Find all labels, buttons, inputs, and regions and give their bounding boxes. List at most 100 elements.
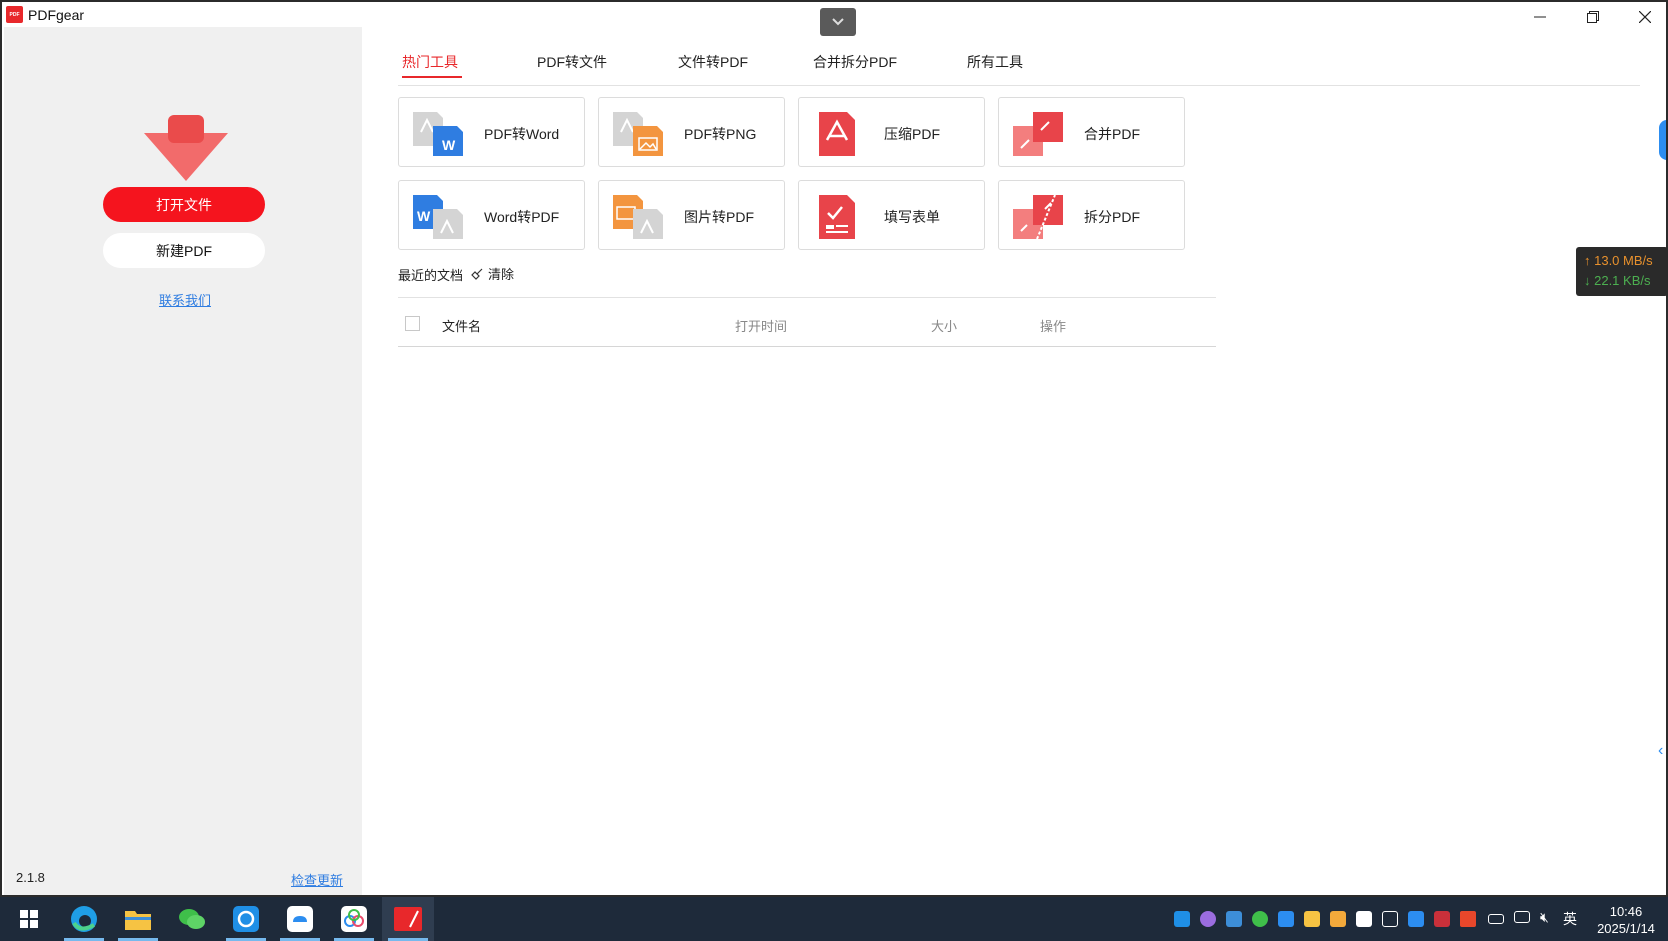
side-assistant-tab[interactable]: [1659, 120, 1666, 160]
clear-recent-button[interactable]: 清除: [470, 264, 514, 283]
tray-shield-icon[interactable]: [1330, 911, 1346, 927]
taskbar-edge[interactable]: [58, 897, 110, 941]
version-label: 2.1.8: [16, 870, 45, 885]
column-file-name[interactable]: 文件名: [442, 316, 481, 335]
tabs-divider: [398, 85, 1640, 86]
tray-netdisk-icon[interactable]: [1226, 911, 1242, 927]
battery-icon[interactable]: [1488, 914, 1504, 924]
network-speed-widget: ↑ 13.0 MB/s ↓ 22.1 KB/s: [1576, 247, 1668, 296]
cloud-app-icon: [287, 906, 313, 932]
upload-speed: ↑ 13.0 MB/s: [1584, 253, 1653, 268]
ime-indicator[interactable]: 英: [1563, 909, 1577, 929]
tray-cloud-icon[interactable]: [1408, 911, 1424, 927]
pdf-to-png-icon: [613, 112, 663, 156]
tray-sync-icon[interactable]: [1174, 911, 1190, 927]
drop-file-arrow-icon: [144, 115, 228, 181]
close-icon: [1639, 11, 1651, 23]
volume-muted-icon[interactable]: 🔇︎: [1540, 909, 1549, 926]
check-update-link[interactable]: 检查更新: [291, 870, 343, 889]
tab-merge-split-pdf[interactable]: 合并拆分PDF: [813, 52, 897, 72]
table-header-divider: [398, 346, 1216, 347]
tool-word-to-pdf[interactable]: W Word转PDF: [398, 180, 585, 250]
svg-text:W: W: [442, 137, 456, 153]
new-pdf-button[interactable]: 新建PDF: [103, 233, 265, 268]
column-actions: 操作: [1040, 319, 1067, 334]
network-icon[interactable]: [1514, 911, 1530, 923]
clock-time: 10:46: [1609, 904, 1643, 919]
split-pdf-icon: [1013, 194, 1063, 239]
baidu-netdisk-icon: [341, 906, 367, 932]
download-speed: ↓ 22.1 KB/s: [1584, 273, 1651, 288]
select-all-checkbox[interactable]: [405, 316, 420, 331]
tab-all-tools[interactable]: 所有工具: [967, 52, 1023, 72]
sync-app-icon: [233, 906, 259, 932]
taskbar: 🔇︎ 英 10:46 2025/1/14: [0, 897, 1668, 941]
contact-us-link[interactable]: 联系我们: [4, 290, 366, 309]
tool-label: 合并PDF: [1084, 126, 1140, 142]
tab-file-to-pdf[interactable]: 文件转PDF: [678, 52, 748, 72]
tray-cat-icon[interactable]: [1200, 911, 1216, 927]
taskbar-pdfgear[interactable]: [382, 897, 434, 941]
taskbar-sync-app[interactable]: [220, 897, 272, 941]
app-window: PDF PDFgear 打开文件 新建PDF 联系我们 2.1.8 检查更新 热…: [0, 0, 1668, 897]
tab-hot-tools[interactable]: 热门工具: [402, 52, 458, 72]
tool-label: 拆分PDF: [1084, 209, 1140, 225]
open-file-button[interactable]: 打开文件: [103, 187, 265, 222]
tool-split-pdf[interactable]: 拆分PDF: [998, 180, 1185, 250]
tray-folder-icon[interactable]: [1304, 911, 1320, 927]
tool-merge-pdf[interactable]: 合并PDF: [998, 97, 1185, 167]
tray-pdf-icon[interactable]: [1434, 911, 1450, 927]
tool-pdf-to-word[interactable]: W PDF转Word: [398, 97, 585, 167]
image-to-pdf-icon: [613, 195, 663, 239]
broom-icon: [471, 268, 483, 280]
tool-label: PDF转PNG: [684, 126, 757, 142]
start-icon: [20, 910, 38, 928]
chevron-down-icon: [832, 18, 844, 26]
title-bar: PDF PDFgear: [2, 2, 1666, 36]
wechat-icon: [179, 909, 205, 929]
restore-button[interactable]: [1570, 4, 1616, 30]
edge-icon: [71, 906, 97, 932]
fill-form-icon: [819, 195, 855, 239]
pdf-to-word-icon: W: [413, 112, 463, 156]
merge-pdf-icon: [1013, 112, 1063, 156]
recent-divider: [398, 297, 1216, 298]
window-title: PDFgear: [28, 7, 85, 23]
tab-pdf-to-file[interactable]: PDF转文件: [537, 52, 607, 72]
clear-label: 清除: [488, 267, 515, 282]
tray-green-app-icon[interactable]: [1252, 911, 1268, 927]
svg-text:W: W: [417, 208, 431, 224]
active-tab-indicator: [402, 76, 462, 78]
tool-label: 压缩PDF: [884, 126, 940, 142]
taskbar-clock[interactable]: 10:46 2025/1/14: [1590, 903, 1662, 937]
tool-image-to-pdf[interactable]: 图片转PDF: [598, 180, 785, 250]
pdfgear-logo-icon: PDF: [6, 6, 23, 23]
taskbar-cloud-app[interactable]: [274, 897, 326, 941]
taskbar-baidu-netdisk[interactable]: [328, 897, 380, 941]
tool-pdf-to-png[interactable]: PDF转PNG: [598, 97, 785, 167]
tray-window-icon[interactable]: [1382, 911, 1398, 927]
tray-dolby-icon[interactable]: [1356, 911, 1372, 927]
taskbar-wechat[interactable]: [166, 897, 218, 941]
collapse-toolbar-button[interactable]: [820, 8, 856, 36]
close-button[interactable]: [1622, 4, 1666, 30]
taskbar-file-explorer[interactable]: [112, 897, 164, 941]
tool-fill-form[interactable]: 填写表单: [798, 180, 985, 250]
tool-label: Word转PDF: [484, 209, 560, 225]
pdfgear-icon: [394, 907, 422, 931]
restore-icon: [1587, 11, 1599, 23]
sidebar: 打开文件 新建PDF 联系我们 2.1.8 检查更新: [4, 27, 362, 895]
recent-documents-title: 最近的文档: [398, 268, 464, 283]
chevron-left-icon[interactable]: ‹: [1658, 742, 1663, 760]
start-button[interactable]: [3, 897, 55, 941]
column-open-time[interactable]: 打开时间: [735, 316, 787, 335]
tool-compress-pdf[interactable]: 压缩PDF: [798, 97, 985, 167]
clock-date: 2025/1/14: [1597, 921, 1655, 936]
tool-label: PDF转Word: [484, 126, 560, 142]
tray-speaker-red-icon[interactable]: [1460, 911, 1476, 927]
compress-pdf-icon: [819, 112, 855, 156]
column-size[interactable]: 大小: [931, 316, 957, 335]
minimize-button[interactable]: [1517, 4, 1563, 30]
tray-blue-app-icon[interactable]: [1278, 911, 1294, 927]
tool-label: 填写表单: [884, 209, 940, 225]
